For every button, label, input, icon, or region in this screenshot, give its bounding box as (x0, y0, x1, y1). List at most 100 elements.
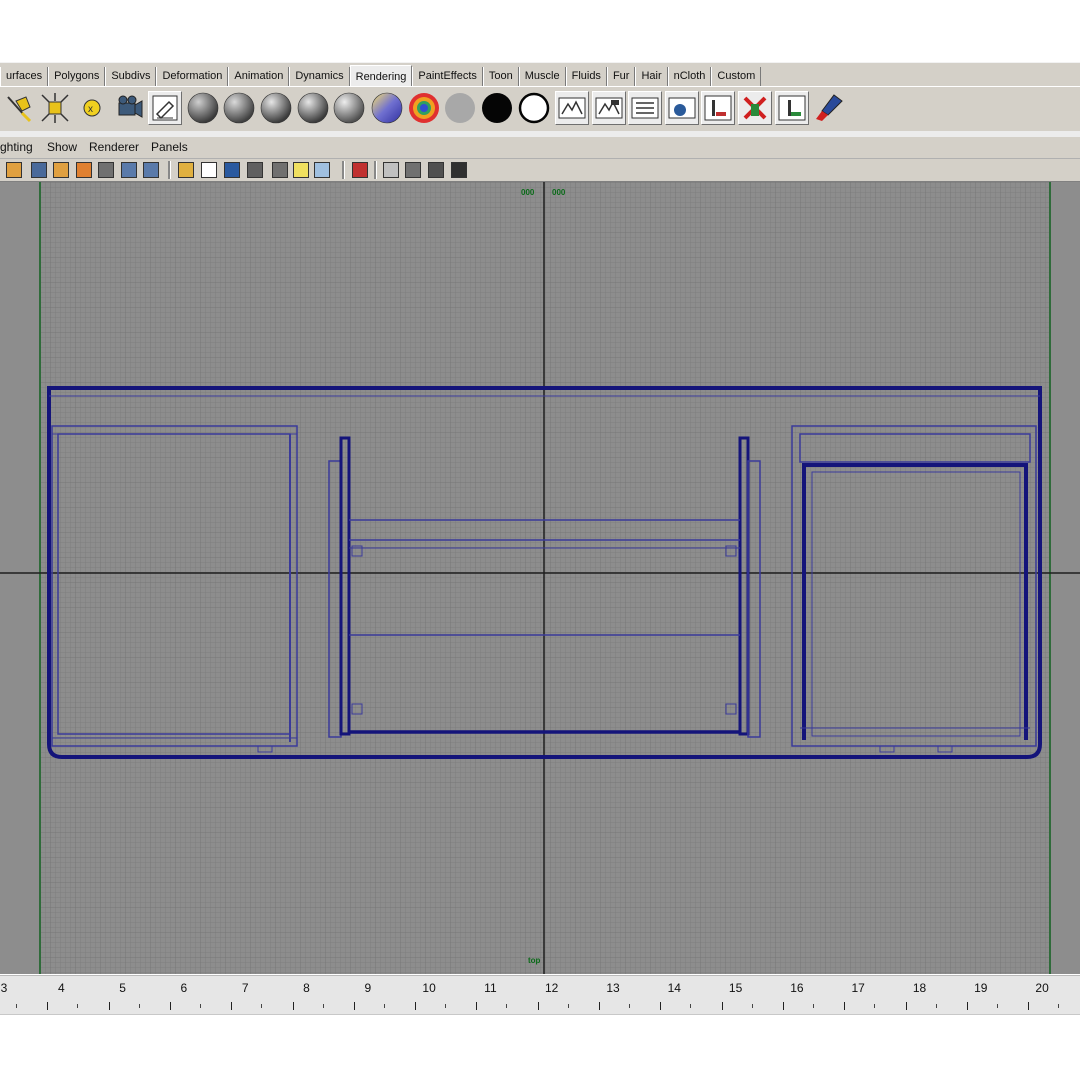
ruler-major-tick (537, 1002, 539, 1010)
ruler-label: 6 (180, 981, 188, 995)
menu-lighting[interactable]: ghting (0, 140, 33, 154)
shelf-tab-dynamics[interactable]: Dynamics (289, 67, 350, 86)
ramp-shader-icon[interactable] (370, 91, 404, 125)
ruler-label: 19 (974, 981, 988, 995)
xray-icon[interactable] (352, 162, 368, 178)
shadows-icon[interactable] (314, 162, 330, 178)
shelf-tab-painteffects[interactable]: PaintEffects (412, 67, 483, 86)
ipr-render-icon[interactable] (592, 91, 626, 125)
anisotropic-shader-icon[interactable] (332, 91, 366, 125)
panel-toolbar (0, 159, 1080, 182)
frame-all-icon[interactable] (178, 162, 194, 178)
ruler-major-tick (108, 1002, 110, 1010)
hypershade-icon[interactable] (148, 91, 182, 125)
ruler-label: 7 (241, 981, 249, 995)
shelf-tab-deformation[interactable]: Deformation (156, 67, 229, 86)
ruler-minor-tick (629, 1004, 630, 1008)
show-menu-icon[interactable] (451, 162, 467, 178)
shelf-tab-muscle[interactable]: Muscle (518, 67, 566, 86)
point-light-icon[interactable]: x (75, 91, 109, 125)
ruler-major-tick (905, 1002, 907, 1010)
use-all-lights-icon[interactable] (293, 162, 309, 178)
camera-attributes-icon[interactable] (31, 162, 47, 178)
ruler-minor-tick (445, 1004, 447, 1008)
ruler-minor-tick (16, 1004, 17, 1008)
ruler-label: 15 (728, 981, 743, 995)
grid-toggle-icon[interactable] (98, 162, 114, 178)
phong-shader-icon[interactable] (259, 91, 293, 125)
shelf-tab-fur[interactable]: Fur (606, 67, 636, 86)
render-view-icon[interactable] (701, 91, 735, 125)
batch-render-icon[interactable] (665, 91, 699, 125)
ruler-major-tick (169, 1002, 171, 1010)
ruler-minor-tick (812, 1004, 814, 1008)
ruler-minor-tick (996, 1004, 998, 1008)
camera-label: top (528, 956, 541, 965)
image-plane-icon[interactable] (76, 162, 92, 178)
layered-shader-icon[interactable] (407, 91, 441, 125)
resolution-gate-icon[interactable] (143, 162, 159, 178)
ruler-label: 9 (364, 981, 372, 995)
camera-icon[interactable] (111, 91, 145, 125)
ruler-minor-tick (1058, 1004, 1060, 1008)
hud-icon[interactable] (405, 162, 421, 178)
top-viewport[interactable]: 000 000 top (0, 182, 1080, 974)
paint-canvas-icon[interactable] (812, 91, 846, 125)
surface-shader-icon[interactable] (443, 91, 477, 125)
shelf-tab-fluids[interactable]: Fluids (565, 67, 607, 86)
menu-renderer[interactable]: Renderer (89, 140, 139, 154)
high-quality-icon[interactable] (428, 162, 444, 178)
ruler-label: 20 (1035, 981, 1049, 995)
smooth-shade-icon[interactable] (224, 162, 240, 178)
ruler-minor-tick (751, 1004, 753, 1008)
shelf-tab-subdivs[interactable]: Subdivs (105, 67, 157, 86)
film-gate-icon[interactable] (121, 162, 137, 178)
lambert-shader-icon[interactable] (186, 91, 220, 125)
create-render-node-icon[interactable] (775, 91, 809, 125)
isolate-select-icon[interactable] (383, 162, 399, 178)
shelf-tab-ncloth[interactable]: nCloth (667, 67, 712, 86)
ruler-major-tick (415, 1002, 417, 1010)
rendering-shelf: x (0, 86, 1080, 132)
select-camera-icon[interactable] (6, 162, 22, 178)
ruler-major-tick (476, 1002, 478, 1010)
ruler-major-tick (47, 1002, 49, 1010)
textured-icon[interactable] (272, 162, 288, 178)
shelf-tab-urfaces[interactable]: urfaces (0, 67, 49, 86)
toolbar-separator (374, 161, 377, 179)
ruler-label: 14 (667, 981, 681, 995)
use-background-shader-icon[interactable] (480, 91, 514, 125)
time-slider[interactable]: 3 4 5 6 7 8 9 10 11 12 13 14 15 16 17 18 19 20 (0, 975, 1080, 1015)
gate-label-left: 000 (521, 188, 535, 197)
ruler-minor-tick (506, 1004, 508, 1008)
svg-text:x: x (88, 104, 93, 115)
menu-show[interactable]: Show (47, 140, 77, 154)
ruler-minor-tick (322, 1004, 324, 1008)
grid-coarse (40, 182, 1050, 974)
ruler-label: 3 (0, 981, 8, 995)
ruler-label: 17 (851, 981, 865, 995)
shelf-tab-hair[interactable]: Hair (635, 67, 668, 86)
area-light-icon[interactable] (38, 91, 72, 125)
wireframe-icon[interactable] (201, 162, 217, 178)
shelf-tab-animation[interactable]: Animation (228, 67, 290, 86)
flat-shade-icon[interactable] (247, 162, 263, 178)
shelf-tab-rendering[interactable]: Rendering (349, 65, 413, 87)
spot-light-icon[interactable] (2, 91, 36, 125)
phong-e-shader-icon[interactable] (296, 91, 330, 125)
shelf-tab-custom[interactable]: Custom (711, 67, 762, 86)
ruler-minor-tick (935, 1004, 937, 1008)
bookmark-icon[interactable] (53, 162, 69, 178)
shelf-tab-polygons[interactable]: Polygons (48, 67, 106, 86)
ruler-label: 5 (119, 981, 126, 995)
menu-panels[interactable]: Panels (151, 140, 188, 154)
ruler-major-tick (292, 1002, 294, 1010)
ruler-major-tick (844, 1002, 846, 1010)
outline-shader-icon[interactable] (517, 91, 551, 125)
blinn-shader-icon[interactable] (222, 91, 256, 125)
shelf-tab-toon[interactable]: Toon (482, 67, 519, 86)
cancel-render-icon[interactable] (738, 91, 772, 125)
render-current-frame-icon[interactable] (555, 91, 589, 125)
ruler-minor-tick (690, 1004, 692, 1008)
render-settings-icon[interactable] (628, 91, 662, 125)
